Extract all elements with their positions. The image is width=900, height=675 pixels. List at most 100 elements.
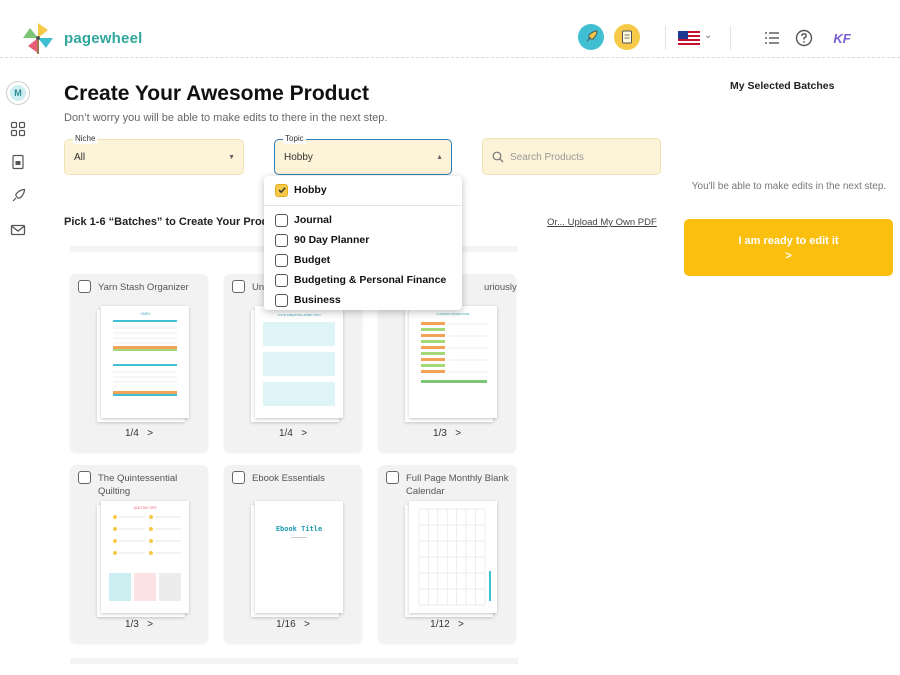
topic-label: Topic (283, 134, 306, 144)
option-label: Journal (294, 214, 332, 226)
topic-option-journal[interactable]: Journal (275, 211, 332, 229)
pager-total: /3 (438, 428, 447, 439)
list-icon[interactable] (761, 27, 783, 49)
pager-total: /12 (435, 619, 450, 630)
chevron-down-icon[interactable]: ⌄ (704, 30, 712, 41)
page-subtitle: Don’t worry you will be able to make edi… (64, 112, 388, 124)
search-icon (492, 151, 504, 163)
pager-total: /16 (281, 619, 296, 630)
batch-card[interactable]: Ebook Essentials Ebook Title 1/16 > (224, 465, 362, 643)
option-label: Budgeting & Personal Finance (294, 274, 447, 286)
document-icon[interactable] (614, 24, 640, 50)
selected-batches-title: My Selected Batches (730, 80, 835, 92)
rocket-icon[interactable] (578, 24, 604, 50)
option-label: 90 Day Planner (294, 234, 370, 246)
page-pager: 1/4 > (224, 428, 362, 439)
page-preview: Ebook Title (255, 501, 343, 613)
option-label: Budget (294, 254, 331, 266)
grid-icon[interactable] (10, 121, 26, 137)
svg-text:CURIOUS ADVENTURE: CURIOUS ADVENTURE (436, 312, 469, 316)
topic-option-hobby[interactable]: Hobby (275, 181, 327, 199)
batch-checkbox[interactable] (232, 471, 245, 484)
topic-option-budget[interactable]: Budget (275, 251, 330, 269)
mail-icon[interactable] (10, 222, 26, 238)
next-page-arrow[interactable]: > (455, 428, 461, 439)
niche-label: Niche (73, 134, 98, 144)
pager-total: /3 (130, 619, 139, 630)
us-flag-icon[interactable] (678, 31, 700, 45)
brand-name[interactable]: pagewheel (64, 30, 143, 47)
browser-top-strip (0, 0, 900, 18)
ready-button-arrow: > (785, 250, 792, 262)
batch-card[interactable]: Yarn Stash Organizer YARN 1/4 > (70, 274, 208, 452)
svg-text:YOUR CREATIVE HOBBY INFO: YOUR CREATIVE HOBBY INFO (277, 313, 321, 317)
page-preview: CURIOUS ADVENTURE (409, 306, 497, 418)
page-title: Create Your Awesome Product (64, 82, 369, 105)
niche-value: All (74, 152, 86, 163)
pinwheel-logo[interactable] (20, 20, 56, 56)
option-label: Business (294, 294, 341, 306)
topic-dropdown-menu: Hobby Journal 90 Day Planner Budget Budg… (264, 176, 462, 310)
next-page-arrow[interactable]: > (147, 428, 153, 439)
page-preview: YOUR CREATIVE HOBBY INFO (255, 306, 343, 418)
page-pager: 1/4 > (70, 428, 208, 439)
batch-title: The Quintessential Quilting (98, 473, 178, 497)
header-divider (665, 26, 666, 50)
dropdown-divider (264, 205, 462, 206)
edit-note: You'll be able to make edits in the next… (691, 181, 887, 192)
svg-text:QUILTING TIPS: QUILTING TIPS (134, 506, 157, 510)
page-preview (409, 501, 497, 613)
next-page-arrow[interactable]: > (458, 619, 464, 630)
user-initials-icon[interactable]: KF (829, 27, 855, 49)
cover-subtitle-line (291, 537, 307, 538)
topic-option-90-day-planner[interactable]: 90 Day Planner (275, 231, 369, 249)
topic-select[interactable]: Topic Hobby ▲ (274, 134, 452, 175)
batch-title: Yarn Stash Organizer (98, 282, 189, 293)
page-pager: 1/3 > (378, 428, 516, 439)
topic-value: Hobby (284, 152, 313, 163)
ready-button-label: I am ready to edit it (738, 235, 839, 247)
topic-option-budgeting-personal-finance[interactable]: Budgeting & Personal Finance (275, 271, 446, 289)
checkbox-icon (275, 253, 288, 267)
batch-checkbox[interactable] (232, 280, 245, 293)
checkbox-icon (275, 273, 288, 287)
document-icon[interactable] (10, 154, 26, 170)
header-divider (730, 26, 731, 50)
next-page-arrow[interactable]: > (301, 428, 307, 439)
pager-total: /4 (284, 428, 293, 439)
top-header: pagewheel ⌄ KF (0, 18, 900, 58)
next-page-arrow[interactable]: > (147, 619, 153, 630)
option-label: Hobby (294, 184, 327, 196)
search-placeholder: Search Products (510, 152, 584, 163)
rocket-icon[interactable] (10, 188, 26, 204)
checkbox-icon (275, 233, 288, 247)
batch-title: uriously (484, 282, 517, 293)
checkbox-checked-icon (275, 183, 288, 197)
page-pager: 1/12 > (378, 619, 516, 630)
checkbox-icon (275, 213, 288, 227)
left-sidebar: M (0, 59, 36, 675)
pick-batches-text: Pick 1-6 “Batches” to Create Your Prod (64, 216, 269, 228)
upload-pdf-link[interactable]: Or... Upload My Own PDF (547, 217, 657, 228)
batch-card[interactable]: Full Page Monthly Blank Calendar 1/12 > (378, 465, 516, 643)
niche-select[interactable]: Niche All ▼ (64, 134, 244, 175)
batch-checkbox[interactable] (78, 280, 91, 293)
topic-option-business[interactable]: Business (275, 291, 341, 309)
next-page-arrow[interactable]: > (304, 619, 310, 630)
page-pager: 1/3 > (70, 619, 208, 630)
page-pager: 1/16 > (224, 619, 362, 630)
batch-checkbox[interactable] (386, 471, 399, 484)
batch-card[interactable]: The Quintessential Quilting QUILTING TIP… (70, 465, 208, 643)
caret-down-icon: ▼ (228, 154, 235, 161)
batch-title: Full Page Monthly Blank Calendar (406, 473, 509, 497)
batch-checkbox[interactable] (78, 471, 91, 484)
help-icon[interactable] (793, 27, 815, 49)
search-input[interactable]: Search Products (482, 138, 661, 175)
caret-up-icon: ▲ (436, 154, 443, 161)
batch-title: Ebook Essentials (252, 473, 325, 484)
checkbox-icon (275, 293, 288, 307)
avatar-initial: M (10, 85, 26, 101)
svg-text:YARN: YARN (140, 312, 150, 316)
avatar[interactable]: M (6, 81, 30, 105)
ready-to-edit-button[interactable]: I am ready to edit it > (684, 219, 893, 276)
